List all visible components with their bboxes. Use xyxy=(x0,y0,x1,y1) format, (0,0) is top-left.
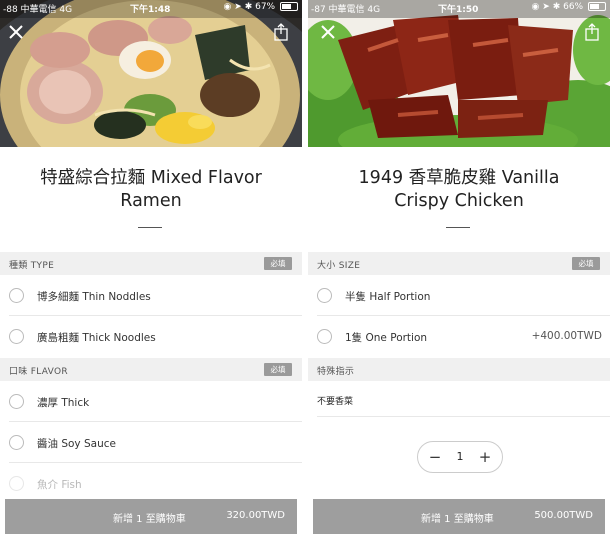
close-icon xyxy=(9,25,23,39)
ramen-photo xyxy=(0,0,302,147)
right-screen: -87 中華電信 4G 下午1:50 ◉ ➤ ✱ 66% 1949 香草脆皮雞 … xyxy=(308,0,610,540)
option-half-portion[interactable]: 半隻 Half Portion xyxy=(308,276,610,316)
cart-label: 新增 1 至購物車 xyxy=(421,514,494,525)
dish-title-line1: 特盛綜合拉麵 Mixed Flavor xyxy=(40,168,262,188)
location-icon: ◉ xyxy=(223,2,232,12)
section-type-label: 種類 TYPE xyxy=(9,261,55,271)
divider xyxy=(9,421,302,422)
arrow-icon: ➤ xyxy=(234,2,242,12)
section-size-label: 大小 SIZE xyxy=(317,261,361,271)
dish-title: 特盛綜合拉麵 Mixed Flavor Ramen xyxy=(0,167,302,213)
divider xyxy=(317,315,610,316)
share-button[interactable] xyxy=(271,22,291,42)
clock-text: 下午1:48 xyxy=(130,5,171,15)
dish-title-line1: 1949 香草脆皮雞 Vanilla xyxy=(358,168,560,188)
option-thick-flavor[interactable]: 濃厚 Thick xyxy=(0,382,302,422)
section-type-header: 種類 TYPE 必填 xyxy=(0,252,302,275)
share-icon xyxy=(585,23,599,41)
status-bar: -88 中華電信 4G 下午1:48 ◉ ➤ ✱ 67% xyxy=(0,0,302,16)
dish-title-line2: Ramen xyxy=(120,191,182,211)
section-instructions-label: 特殊指示 xyxy=(317,367,355,377)
radio-icon[interactable] xyxy=(9,435,24,450)
dish-title: 1949 香草脆皮雞 Vanilla Crispy Chicken xyxy=(308,167,610,213)
carrier-text: -87 中華電信 4G xyxy=(311,5,381,15)
option-label: 濃厚 Thick xyxy=(37,397,90,409)
special-instructions-field[interactable]: 不要香菜 xyxy=(317,394,353,407)
status-bar: -87 中華電信 4G 下午1:50 ◉ ➤ ✱ 66% xyxy=(308,0,610,16)
section-flavor-label: 口味 FLAVOR xyxy=(9,367,68,377)
bluetooth-icon: ✱ xyxy=(552,2,561,12)
battery-icon xyxy=(280,2,298,11)
share-button[interactable] xyxy=(582,22,602,42)
divider xyxy=(9,315,302,316)
radio-icon[interactable] xyxy=(9,476,24,491)
location-icon: ◉ xyxy=(531,2,540,12)
option-soy-sauce[interactable]: 醬油 Soy Sauce xyxy=(0,423,302,463)
required-badge: 必填 xyxy=(264,363,292,376)
section-flavor-header: 口味 FLAVOR 必填 xyxy=(0,358,302,381)
quantity-stepper: − 1 + xyxy=(417,441,503,473)
share-icon xyxy=(274,23,288,41)
arrow-icon: ➤ xyxy=(542,2,550,12)
radio-icon[interactable] xyxy=(9,288,24,303)
chicken-photo xyxy=(308,0,610,147)
divider xyxy=(9,462,302,463)
radio-icon[interactable] xyxy=(9,329,24,344)
add-to-cart-button[interactable]: 新增 1 至購物車 500.00TWD xyxy=(313,499,605,534)
left-screen: -88 中華電信 4G 下午1:48 ◉ ➤ ✱ 67% 特盛綜合拉麵 Mixe… xyxy=(0,0,302,540)
option-label: 魚介 Fish xyxy=(37,479,82,491)
close-button[interactable] xyxy=(6,22,26,42)
battery-percent: 66% xyxy=(563,2,584,12)
carrier-text: -88 中華電信 4G xyxy=(3,5,73,15)
radio-icon[interactable] xyxy=(317,329,332,344)
increase-button[interactable]: + xyxy=(474,446,496,468)
option-thick-noodles[interactable]: 廣島粗麵 Thick Noodles xyxy=(0,317,302,357)
title-divider xyxy=(446,227,470,228)
cart-price: 320.00TWD xyxy=(226,510,285,521)
battery-icon xyxy=(588,2,606,11)
title-divider xyxy=(138,227,162,228)
close-icon xyxy=(321,25,335,39)
section-instructions-header: 特殊指示 xyxy=(308,358,610,381)
option-label: 醬油 Soy Sauce xyxy=(37,438,116,450)
option-one-portion[interactable]: 1隻 One Portion +400.00TWD xyxy=(308,317,610,357)
add-to-cart-button[interactable]: 新增 1 至購物車 320.00TWD xyxy=(5,499,297,534)
clock-text: 下午1:50 xyxy=(438,5,479,15)
option-thin-noodles[interactable]: 博多細麵 Thin Noddles xyxy=(0,276,302,316)
dish-title-line2: Crispy Chicken xyxy=(394,191,524,211)
option-price: +400.00TWD xyxy=(531,330,602,342)
close-button[interactable] xyxy=(318,22,338,42)
option-label: 半隻 Half Portion xyxy=(345,291,431,303)
status-right: ◉ ➤ ✱ 66% xyxy=(532,2,606,12)
cart-price: 500.00TWD xyxy=(534,510,593,521)
radio-icon[interactable] xyxy=(9,394,24,409)
divider xyxy=(317,416,610,417)
required-badge: 必填 xyxy=(572,257,600,270)
cart-label: 新增 1 至購物車 xyxy=(113,514,186,525)
section-size-header: 大小 SIZE 必填 xyxy=(308,252,610,275)
required-badge: 必填 xyxy=(264,257,292,270)
option-label: 1隻 One Portion xyxy=(345,332,428,344)
battery-percent: 67% xyxy=(255,2,276,12)
status-right: ◉ ➤ ✱ 67% xyxy=(224,2,298,12)
option-label: 廣島粗麵 Thick Noodles xyxy=(37,332,156,344)
radio-icon[interactable] xyxy=(317,288,332,303)
option-label: 博多細麵 Thin Noddles xyxy=(37,291,151,303)
option-fish[interactable]: 魚介 Fish xyxy=(0,464,302,504)
bluetooth-icon: ✱ xyxy=(244,2,253,12)
